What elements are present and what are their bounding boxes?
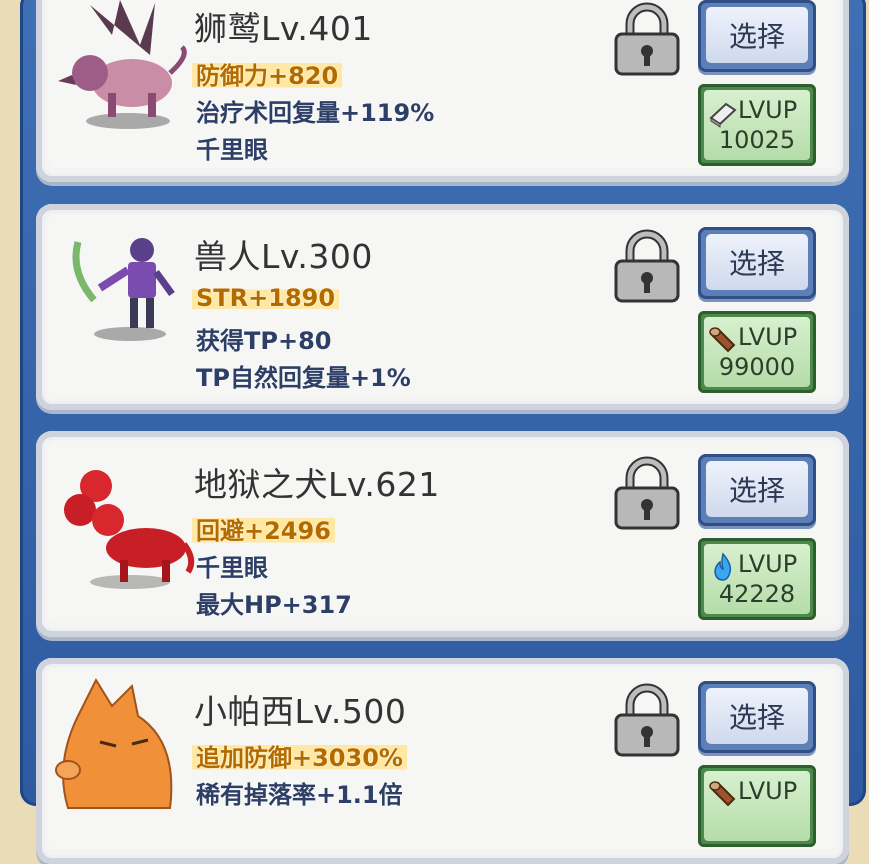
unit-stat: 治疗术回复量+119% — [196, 99, 435, 127]
orc-portrait — [72, 238, 175, 341]
select-button-label: 选择 — [706, 7, 808, 63]
unit-highlight-stat: STR+1890 — [192, 284, 340, 312]
unit-stat: TP自然回复量+1% — [196, 364, 411, 392]
cerberus-portrait — [64, 470, 195, 589]
unit-stat: 最大HP+317 — [196, 591, 352, 619]
lvup-button-face: LVUP 42228 — [704, 544, 810, 614]
unit-highlight-stat: 回避+2496 — [192, 511, 335, 546]
lvup-button[interactable]: LVUP 10025 — [698, 84, 816, 166]
unit-stat: 稀有掉落率+1.1倍 — [196, 781, 403, 809]
wolf-portrait — [55, 677, 173, 809]
lvup-button-face: LVUP — [704, 771, 810, 841]
unit-name: 狮鹫Lv.401 — [194, 9, 373, 48]
lock-icon[interactable] — [612, 229, 682, 303]
unit-highlight-stat: 追加防御+3030% — [192, 738, 407, 773]
lvup-button[interactable]: LVUP 42228 — [698, 538, 816, 620]
select-button-label: 选择 — [706, 688, 808, 744]
lvup-cost: 42228 — [718, 580, 796, 608]
lvup-cost: 99000 — [718, 353, 796, 381]
lvup-cost: 10025 — [718, 126, 796, 154]
lock-icon[interactable] — [612, 456, 682, 530]
unit-highlight-stat: 防御力+820 — [192, 56, 343, 91]
unit-name: 兽人Lv.300 — [194, 237, 373, 276]
lvup-label: LVUP — [738, 323, 798, 351]
lvup-label: LVUP — [738, 550, 798, 578]
whetstone-icon — [709, 102, 737, 128]
select-button[interactable]: 选择 — [698, 0, 816, 72]
lvup-button-face: LVUP 10025 — [704, 90, 810, 160]
select-button[interactable]: 选择 — [698, 681, 816, 753]
log-icon — [709, 781, 736, 807]
select-button-label: 选择 — [706, 461, 808, 517]
log-icon — [709, 327, 736, 353]
unit-list[interactable]: 狮鹫Lv.401 防御力+820 治疗术回复量+119% 千里眼 选择 LVUP… — [0, 0, 869, 864]
select-button[interactable]: 选择 — [698, 227, 816, 299]
lock-icon[interactable] — [612, 2, 682, 76]
lvup-button-face: LVUP 99000 — [704, 317, 810, 387]
select-button[interactable]: 选择 — [698, 454, 816, 526]
lvup-button[interactable]: LVUP 99000 — [698, 311, 816, 393]
unit-stat: 获得TP+80 — [196, 327, 332, 355]
unit-name: 地狱之犬Lv.621 — [194, 465, 440, 504]
lvup-button[interactable]: LVUP — [698, 765, 816, 847]
lvup-label: LVUP — [738, 96, 798, 124]
unit-stat: 千里眼 — [196, 554, 268, 582]
griffin-portrait — [58, 0, 187, 129]
unit-stat: 千里眼 — [196, 136, 268, 164]
unit-name: 小帕西Lv.500 — [194, 692, 407, 731]
lock-icon[interactable] — [612, 683, 682, 757]
blue-flame-icon — [714, 552, 732, 581]
select-button-label: 选择 — [706, 234, 808, 290]
lvup-label: LVUP — [738, 777, 798, 805]
